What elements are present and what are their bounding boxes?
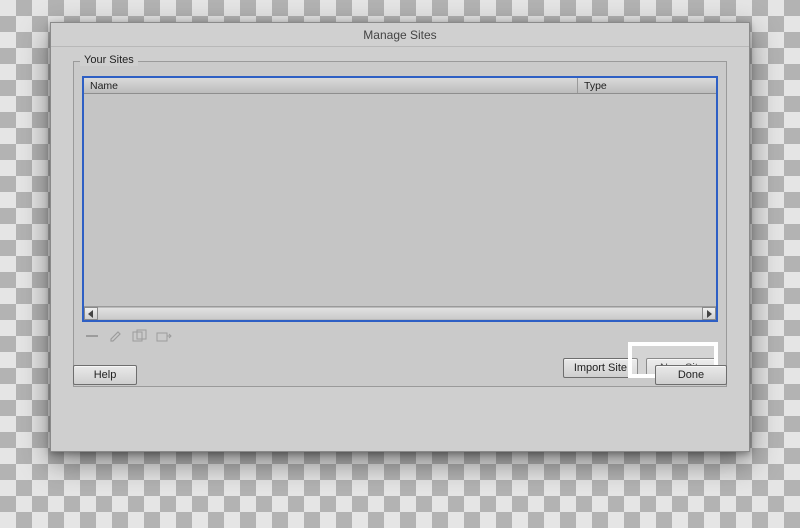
dialog-content: Your Sites Name Type xyxy=(51,47,749,399)
export-icon[interactable] xyxy=(156,329,172,343)
sites-table[interactable]: Name Type xyxy=(82,76,718,322)
done-button[interactable]: Done xyxy=(655,365,727,385)
your-sites-group: Your Sites Name Type xyxy=(73,61,727,387)
scroll-right-button[interactable] xyxy=(702,307,716,320)
table-body[interactable] xyxy=(84,94,716,306)
sites-toolbar xyxy=(82,328,718,344)
column-header-type[interactable]: Type xyxy=(578,78,716,93)
help-button[interactable]: Help xyxy=(73,365,137,385)
delete-icon[interactable] xyxy=(84,329,100,343)
edit-icon[interactable] xyxy=(108,329,124,343)
horizontal-scrollbar[interactable] xyxy=(84,306,716,320)
manage-sites-dialog: Manage Sites Your Sites Name Type xyxy=(50,22,750,452)
dialog-title: Manage Sites xyxy=(51,23,749,47)
duplicate-icon[interactable] xyxy=(132,329,148,343)
scroll-track[interactable] xyxy=(98,307,702,320)
group-label: Your Sites xyxy=(80,54,138,66)
dialog-footer: Help Done xyxy=(73,365,727,385)
table-header: Name Type xyxy=(84,78,716,94)
column-header-name[interactable]: Name xyxy=(84,78,578,93)
scroll-left-button[interactable] xyxy=(84,307,98,320)
